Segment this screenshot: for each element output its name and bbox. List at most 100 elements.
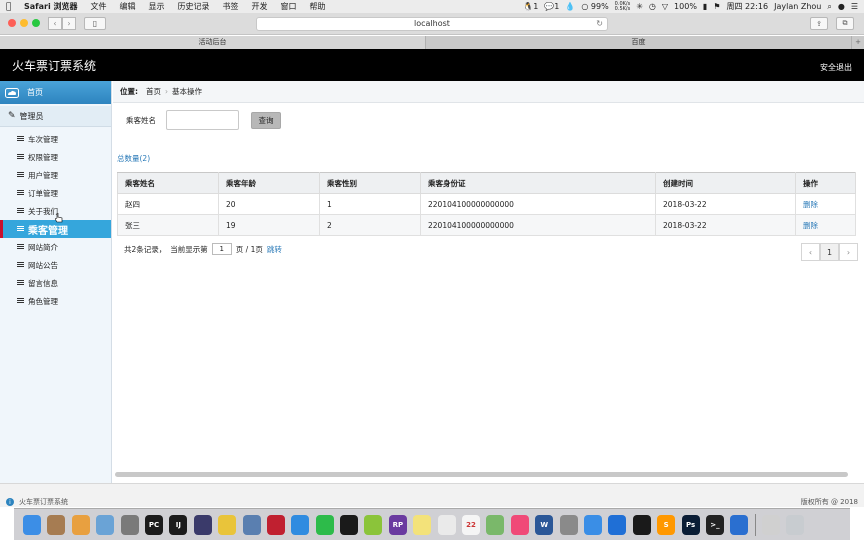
clock-icon[interactable]: ◷ <box>649 2 656 11</box>
dock-word-icon[interactable]: W <box>535 514 554 535</box>
dock-db-tool-icon[interactable] <box>242 514 261 535</box>
dock-qq-2-icon[interactable] <box>632 514 651 535</box>
dock-safari-icon[interactable] <box>291 514 310 535</box>
spotlight-icon[interactable]: ⌕ <box>827 2 831 12</box>
delete-link[interactable]: 删除 <box>803 221 818 230</box>
menu-file[interactable]: 文件 <box>91 1 107 12</box>
user-name[interactable]: Jaylan Zhou <box>774 2 821 11</box>
sidebar-toggle-button[interactable]: ▯ <box>84 17 106 30</box>
siri-icon[interactable]: ● <box>838 2 845 11</box>
sidebar-item-users[interactable]: 用户管理 <box>0 166 111 184</box>
menu-bookmarks[interactable]: 书签 <box>223 1 239 12</box>
page-1-button[interactable]: 1 <box>820 243 839 261</box>
notification-icon[interactable]: ☰ <box>851 2 858 11</box>
prev-page-button[interactable]: ‹ <box>801 243 820 261</box>
tabs-overview-icon[interactable]: ⧉ <box>836 17 854 30</box>
sidebar-item-messages[interactable]: 留言信息 <box>0 274 111 292</box>
dock-calendar-icon[interactable]: 22 <box>462 514 481 535</box>
dock-cyberduck-icon[interactable] <box>218 514 237 535</box>
dock-intellij-icon[interactable]: IJ <box>169 514 188 535</box>
sidebar-item-label: 网站简介 <box>28 242 58 252</box>
tool-status-icon[interactable]: 💧 <box>565 2 575 11</box>
forward-button[interactable]: › <box>62 17 76 30</box>
dock-baidu-disk-icon[interactable] <box>583 514 602 535</box>
jump-link[interactable]: 跳转 <box>267 244 282 255</box>
menu-help[interactable]: 帮助 <box>310 1 326 12</box>
dock-axure-rp-icon[interactable]: RP <box>388 514 407 535</box>
back-button[interactable]: ‹ <box>48 17 62 30</box>
battery-ring-icon[interactable]: ○ 99% <box>581 2 608 11</box>
sidebar-item-announcements[interactable]: 网站公告 <box>0 256 111 274</box>
menu-edit[interactable]: 编辑 <box>120 1 136 12</box>
cell-age: 20 <box>218 193 320 215</box>
minimize-window-button[interactable] <box>20 19 28 27</box>
share-icon[interactable]: ⇪ <box>810 17 828 30</box>
dock-files-icon[interactable] <box>761 514 780 535</box>
sidebar-section-admin[interactable]: ✎ 管理员 <box>0 106 111 127</box>
breadcrumb-home[interactable]: 首页 <box>146 86 161 97</box>
menu-window[interactable]: 窗口 <box>281 1 297 12</box>
wechat-status-icon[interactable]: 💬1 <box>544 2 559 11</box>
sidebar-item-permissions[interactable]: 权限管理 <box>0 148 111 166</box>
dock-wechat-icon[interactable] <box>315 514 334 535</box>
close-window-button[interactable] <box>8 19 16 27</box>
sidebar-item-roles[interactable]: 角色管理 <box>0 292 111 310</box>
col-gender-header: 乘客性别 <box>319 172 421 194</box>
dock-terminal-icon[interactable]: >_ <box>705 514 724 535</box>
sidebar-item-orders[interactable]: 订单管理 <box>0 184 111 202</box>
zoom-window-button[interactable] <box>32 19 40 27</box>
wifi-icon[interactable]: ▽ <box>662 2 668 11</box>
dock-sublime-icon[interactable]: S <box>657 514 676 535</box>
sidebar-item-site-intro[interactable]: 网站简介 <box>0 238 111 256</box>
next-page-button[interactable]: › <box>839 243 858 261</box>
battery-value[interactable]: 100% <box>674 2 697 11</box>
wechat-count: 1 <box>554 2 560 11</box>
search-form: 乘客姓名 查询 <box>126 110 281 130</box>
dock-system-prefs-icon[interactable] <box>559 514 578 535</box>
qq-status-icon[interactable]: 🐧1 <box>523 2 538 11</box>
dock-green-app-icon[interactable] <box>364 514 383 535</box>
dock-finder-icon[interactable] <box>23 514 41 535</box>
flag-icon[interactable]: ⚑ <box>713 2 720 11</box>
delete-link[interactable]: 删除 <box>803 200 818 209</box>
dock-notes-icon[interactable] <box>413 514 432 535</box>
dock-pycharm-icon[interactable]: PC <box>144 514 163 535</box>
menu-app-name[interactable]: Safari 浏览器 <box>24 1 78 12</box>
sidebar-home[interactable]: 首页 <box>0 81 111 104</box>
bluetooth-icon[interactable]: ✳ <box>636 2 643 11</box>
dock-browser-blue-icon[interactable] <box>730 514 749 535</box>
tab-baidu[interactable]: 百度 <box>426 36 852 49</box>
logout-link[interactable]: 安全退出 <box>820 62 852 73</box>
dock-music-icon[interactable] <box>510 514 529 535</box>
pagination-buttons: ‹ 1 › <box>801 243 858 261</box>
menu-view[interactable]: 显示 <box>149 1 165 12</box>
reload-icon[interactable]: ↻ <box>596 18 603 30</box>
address-bar[interactable]: localhost ↻ <box>256 17 608 31</box>
dock-photoshop-icon[interactable]: Ps <box>681 514 700 535</box>
dock-textedit-icon[interactable] <box>437 514 456 535</box>
main-content: 位置: 首页 › 基本操作 乘客姓名 查询 总数量(2) 乘客姓名 乘客年龄 乘… <box>113 81 864 483</box>
apple-icon[interactable]:  <box>6 2 16 12</box>
dock-photos-icon[interactable] <box>71 514 90 535</box>
dock-qq-icon[interactable] <box>340 514 359 535</box>
dock-launchpad-icon[interactable] <box>120 514 139 535</box>
menu-history[interactable]: 历史记录 <box>178 1 210 12</box>
battery-icon[interactable]: ▮ <box>703 2 707 11</box>
passenger-name-input[interactable] <box>166 110 239 130</box>
dock-ruby-mine-icon[interactable] <box>266 514 285 535</box>
dock-preview-icon[interactable] <box>96 514 115 535</box>
dock-trash-icon[interactable] <box>786 514 805 535</box>
dock-sublime-lines-icon[interactable] <box>193 514 212 535</box>
clock-text[interactable]: 周四 22:16 <box>727 1 769 12</box>
dock-maps-icon[interactable] <box>486 514 505 535</box>
sidebar-item-trains[interactable]: 车次管理 <box>0 130 111 148</box>
dock-teamviewer-icon[interactable] <box>608 514 627 535</box>
dock-notes-brown-icon[interactable] <box>47 514 66 535</box>
page-number-input[interactable]: 1 <box>211 243 232 255</box>
horizontal-scrollbar[interactable] <box>115 472 848 477</box>
list-icon <box>17 280 24 286</box>
search-button[interactable]: 查询 <box>251 111 281 129</box>
new-tab-button[interactable]: + <box>852 36 864 49</box>
tab-admin[interactable]: 活动后台 <box>0 36 426 49</box>
menu-develop[interactable]: 开发 <box>252 1 268 12</box>
